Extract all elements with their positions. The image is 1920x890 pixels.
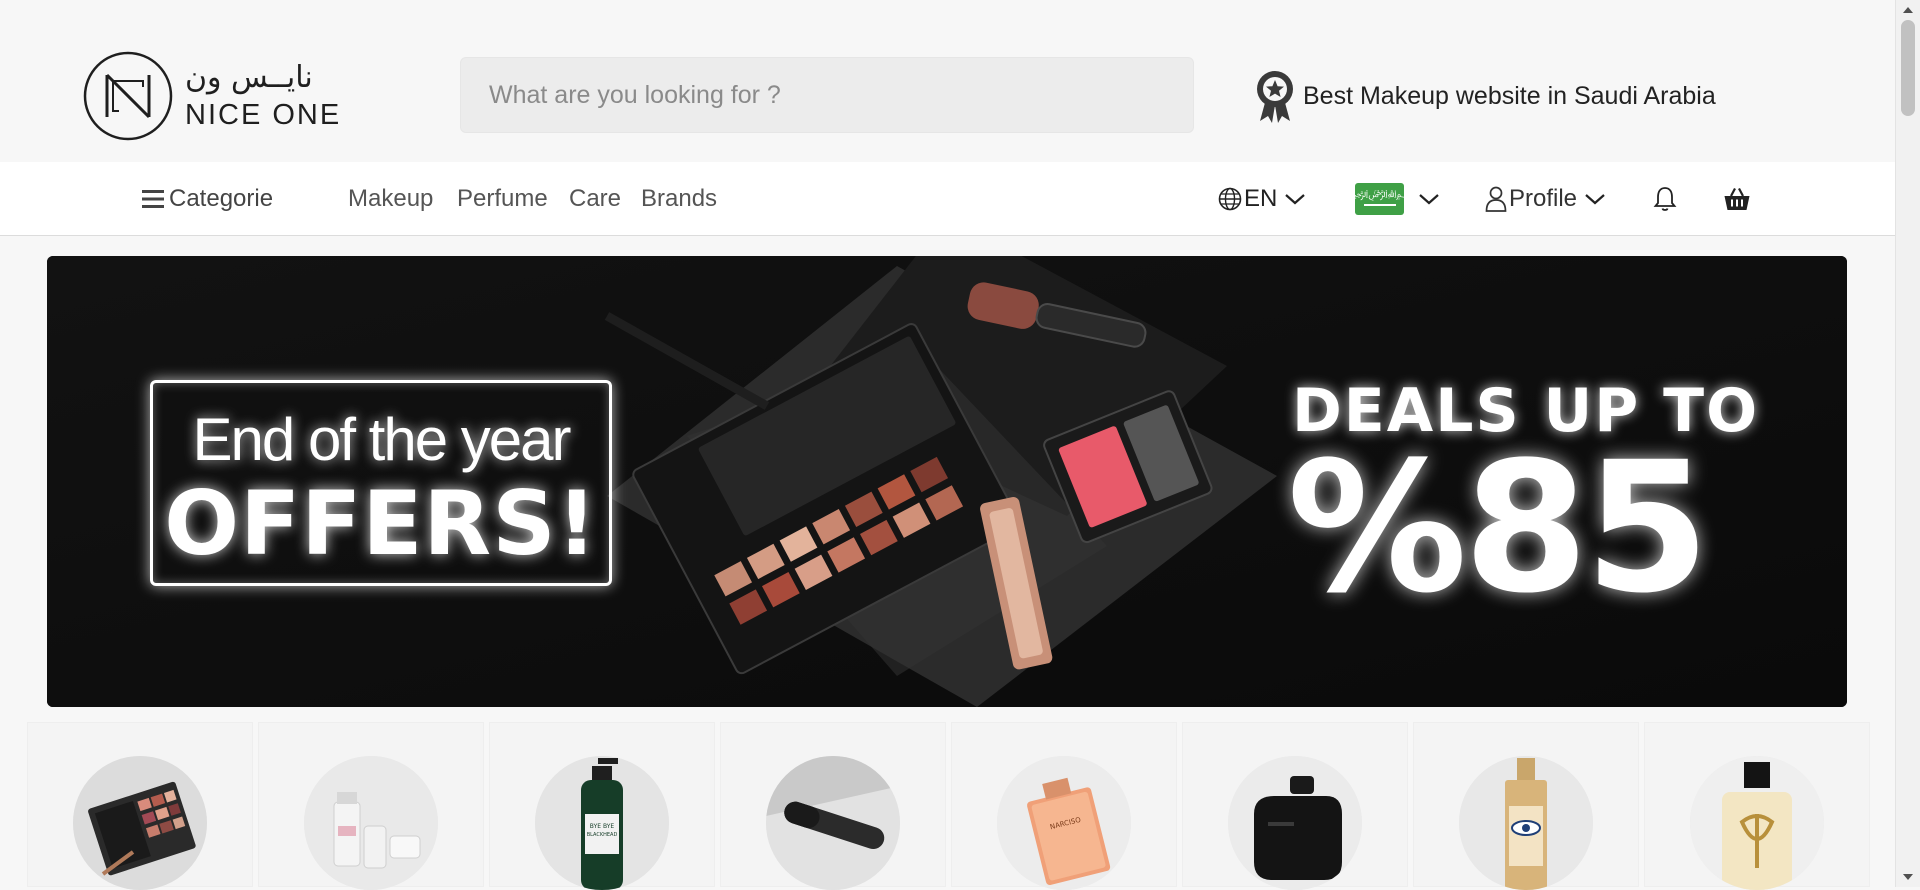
search-input[interactable] (487, 79, 1193, 111)
chevron-down-icon (1585, 193, 1605, 204)
saudi-flag-icon: ﷽ (1341, 182, 1418, 215)
country-selector[interactable]: ﷽ (1341, 162, 1440, 235)
nav-link-label: Care (569, 184, 622, 212)
chevron-down-icon (1419, 193, 1439, 204)
category-image: NARCISO (997, 756, 1131, 890)
category-image (304, 756, 438, 890)
language-selector[interactable]: EN (1218, 162, 1306, 235)
award-ribbon-icon (1257, 71, 1293, 123)
perfume-eye-icon (1459, 756, 1593, 890)
palette-icon (73, 756, 207, 890)
svg-text:BLACKHEAD: BLACKHEAD (587, 832, 618, 838)
nav-link-makeup[interactable]: Makeup (348, 162, 433, 235)
nav-link-perfume[interactable]: Perfume (457, 162, 548, 235)
deals-percent: %85 (1287, 424, 1710, 633)
styler-icon (766, 756, 900, 890)
category-card[interactable]: BYE BYE BLACKHEAD (489, 722, 715, 890)
category-image (73, 756, 207, 890)
logo-arabic-text: نايــس ون (185, 59, 313, 95)
page-scrollbar[interactable] (1895, 0, 1920, 887)
best-makeup-badge: Best Makeup website in Saudi Arabia (1255, 68, 1716, 124)
basket-icon (1724, 187, 1750, 210)
search-box[interactable] (460, 57, 1194, 133)
offer-line2: OFFERS! (164, 472, 598, 575)
promo-banner[interactable]: End of the year OFFERS! DEALS UP TO %85 (47, 256, 1847, 707)
profile-menu[interactable]: Profile (1485, 162, 1606, 235)
category-image (1690, 756, 1824, 890)
notifications-button[interactable] (1653, 162, 1677, 235)
category-image (1459, 756, 1593, 890)
categories-menu-button[interactable]: Categorie (142, 162, 273, 235)
category-card[interactable] (1644, 722, 1870, 890)
hamburger-icon (142, 189, 164, 208)
nav-link-brands[interactable]: Brands (641, 162, 717, 235)
category-card[interactable] (27, 722, 253, 890)
bottle-icon: BYE BYE BLACKHEAD (535, 756, 669, 890)
category-card[interactable] (1182, 722, 1408, 890)
nav-link-label: Brands (641, 184, 718, 212)
category-image: BYE BYE BLACKHEAD (535, 756, 669, 890)
top-header: نايــس ون NICE ONE Best Makeup website i… (0, 0, 1895, 162)
category-card[interactable]: NARCISO (951, 722, 1177, 890)
user-icon (1485, 186, 1507, 212)
scroll-down-arrow-icon[interactable] (1903, 874, 1913, 880)
category-row: BYE BYE BLACKHEAD NARCISO (27, 722, 1870, 890)
scroll-up-arrow-icon[interactable] (1903, 7, 1913, 13)
perfume-gold-icon (1690, 756, 1824, 890)
category-card[interactable] (258, 722, 484, 890)
perfume-black-icon (1228, 756, 1362, 890)
nav-link-care[interactable]: Care (569, 162, 621, 235)
chevron-down-icon (1285, 193, 1306, 204)
category-image (766, 756, 900, 890)
scroll-thumb[interactable] (1901, 20, 1915, 116)
logo-english-text: NICE ONE (185, 98, 342, 131)
perfume-orange-icon: NARCISO (997, 756, 1131, 890)
offer-line1: End of the year (192, 406, 572, 473)
main-nav: Categorie Makeup Perfume Care Brands EN … (0, 162, 1895, 236)
badge-text: Best Makeup website in Saudi Arabia (1303, 81, 1716, 110)
categories-label: Categorie (169, 184, 274, 212)
offer-box: End of the year OFFERS! (150, 380, 612, 586)
logo-mark-icon (83, 51, 173, 141)
vials-icon (304, 756, 438, 890)
svg-text:BYE BYE: BYE BYE (590, 823, 615, 830)
bell-icon (1653, 186, 1677, 211)
globe-icon (1218, 187, 1242, 210)
site-logo[interactable]: نايــس ون NICE ONE (83, 50, 343, 142)
language-label: EN (1244, 184, 1278, 212)
nav-link-label: Perfume (457, 184, 548, 212)
cart-button[interactable] (1723, 162, 1751, 235)
category-card[interactable] (1413, 722, 1639, 890)
category-card[interactable] (720, 722, 946, 890)
category-image (1228, 756, 1362, 890)
nav-link-label: Makeup (348, 184, 434, 212)
profile-label: Profile (1509, 184, 1578, 212)
